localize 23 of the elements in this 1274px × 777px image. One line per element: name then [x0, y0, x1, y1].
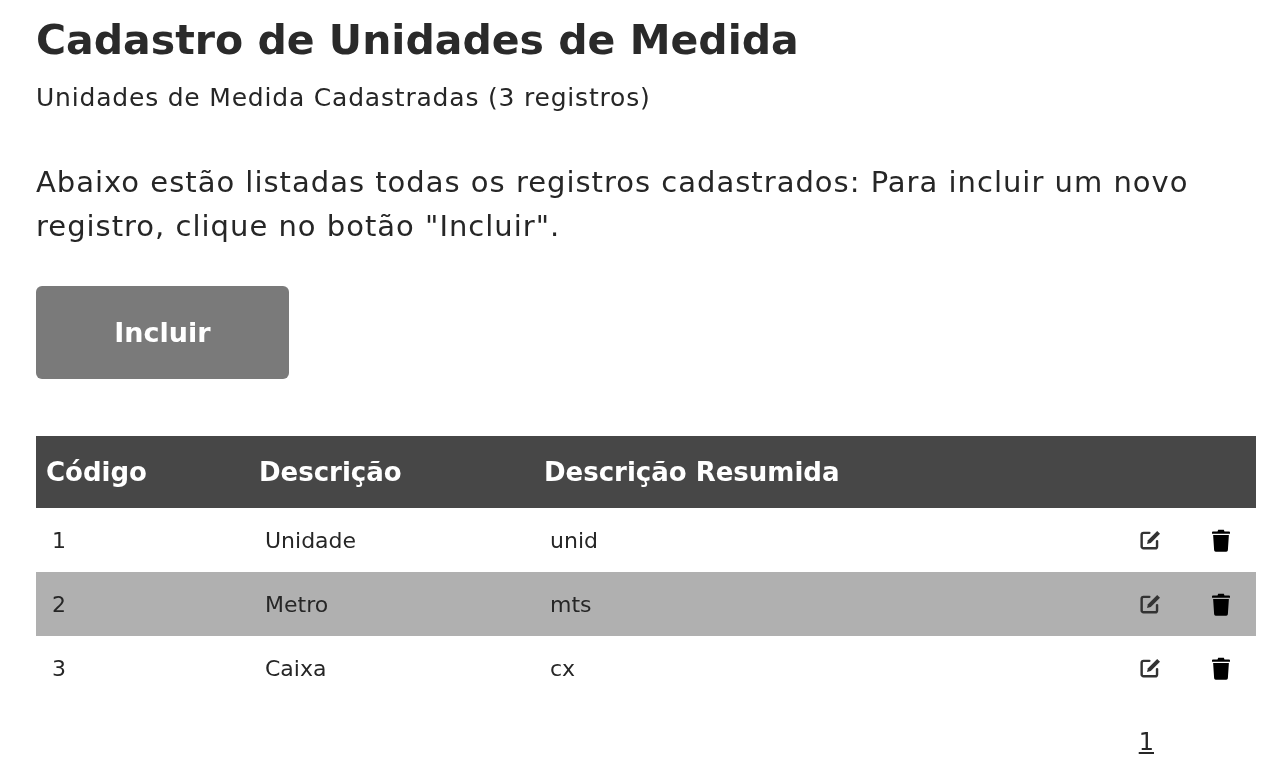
column-header: Código — [45, 457, 148, 487]
page-description: Abaixo estão listadas todas os registros cadastrados: Para incluir um novo registro, clique no botão "Incluir". — [36, 164, 1190, 245]
page-subtitle: Unidades de Medida Cadastradas (3 registros) — [36, 82, 651, 114]
page-title: Cadastro de Unidades de Medida — [36, 15, 799, 66]
table-cell: Metro — [265, 591, 329, 617]
table-cell: 1 — [52, 527, 66, 553]
table-cell: Unidade — [265, 527, 357, 553]
edit-icon[interactable] — [1140, 658, 1162, 678]
table-cell: cx — [550, 655, 576, 681]
table-cell: unid — [550, 527, 598, 553]
column-header: Descrição — [258, 457, 403, 487]
edit-icon[interactable] — [1140, 594, 1162, 614]
table-cell: mts — [550, 591, 592, 617]
page-link[interactable]: 1 — [1126, 728, 1166, 756]
trash-icon[interactable] — [1212, 528, 1230, 552]
column-header: Descrição Resumida — [543, 457, 841, 487]
trash-icon[interactable] — [1212, 656, 1230, 680]
table-cell: 3 — [52, 655, 66, 681]
table-cell: Caixa — [265, 655, 327, 681]
edit-icon[interactable] — [1140, 530, 1162, 550]
table-cell: 2 — [52, 591, 66, 617]
add-button[interactable]: Incluir — [36, 286, 289, 379]
trash-icon[interactable] — [1212, 592, 1230, 616]
